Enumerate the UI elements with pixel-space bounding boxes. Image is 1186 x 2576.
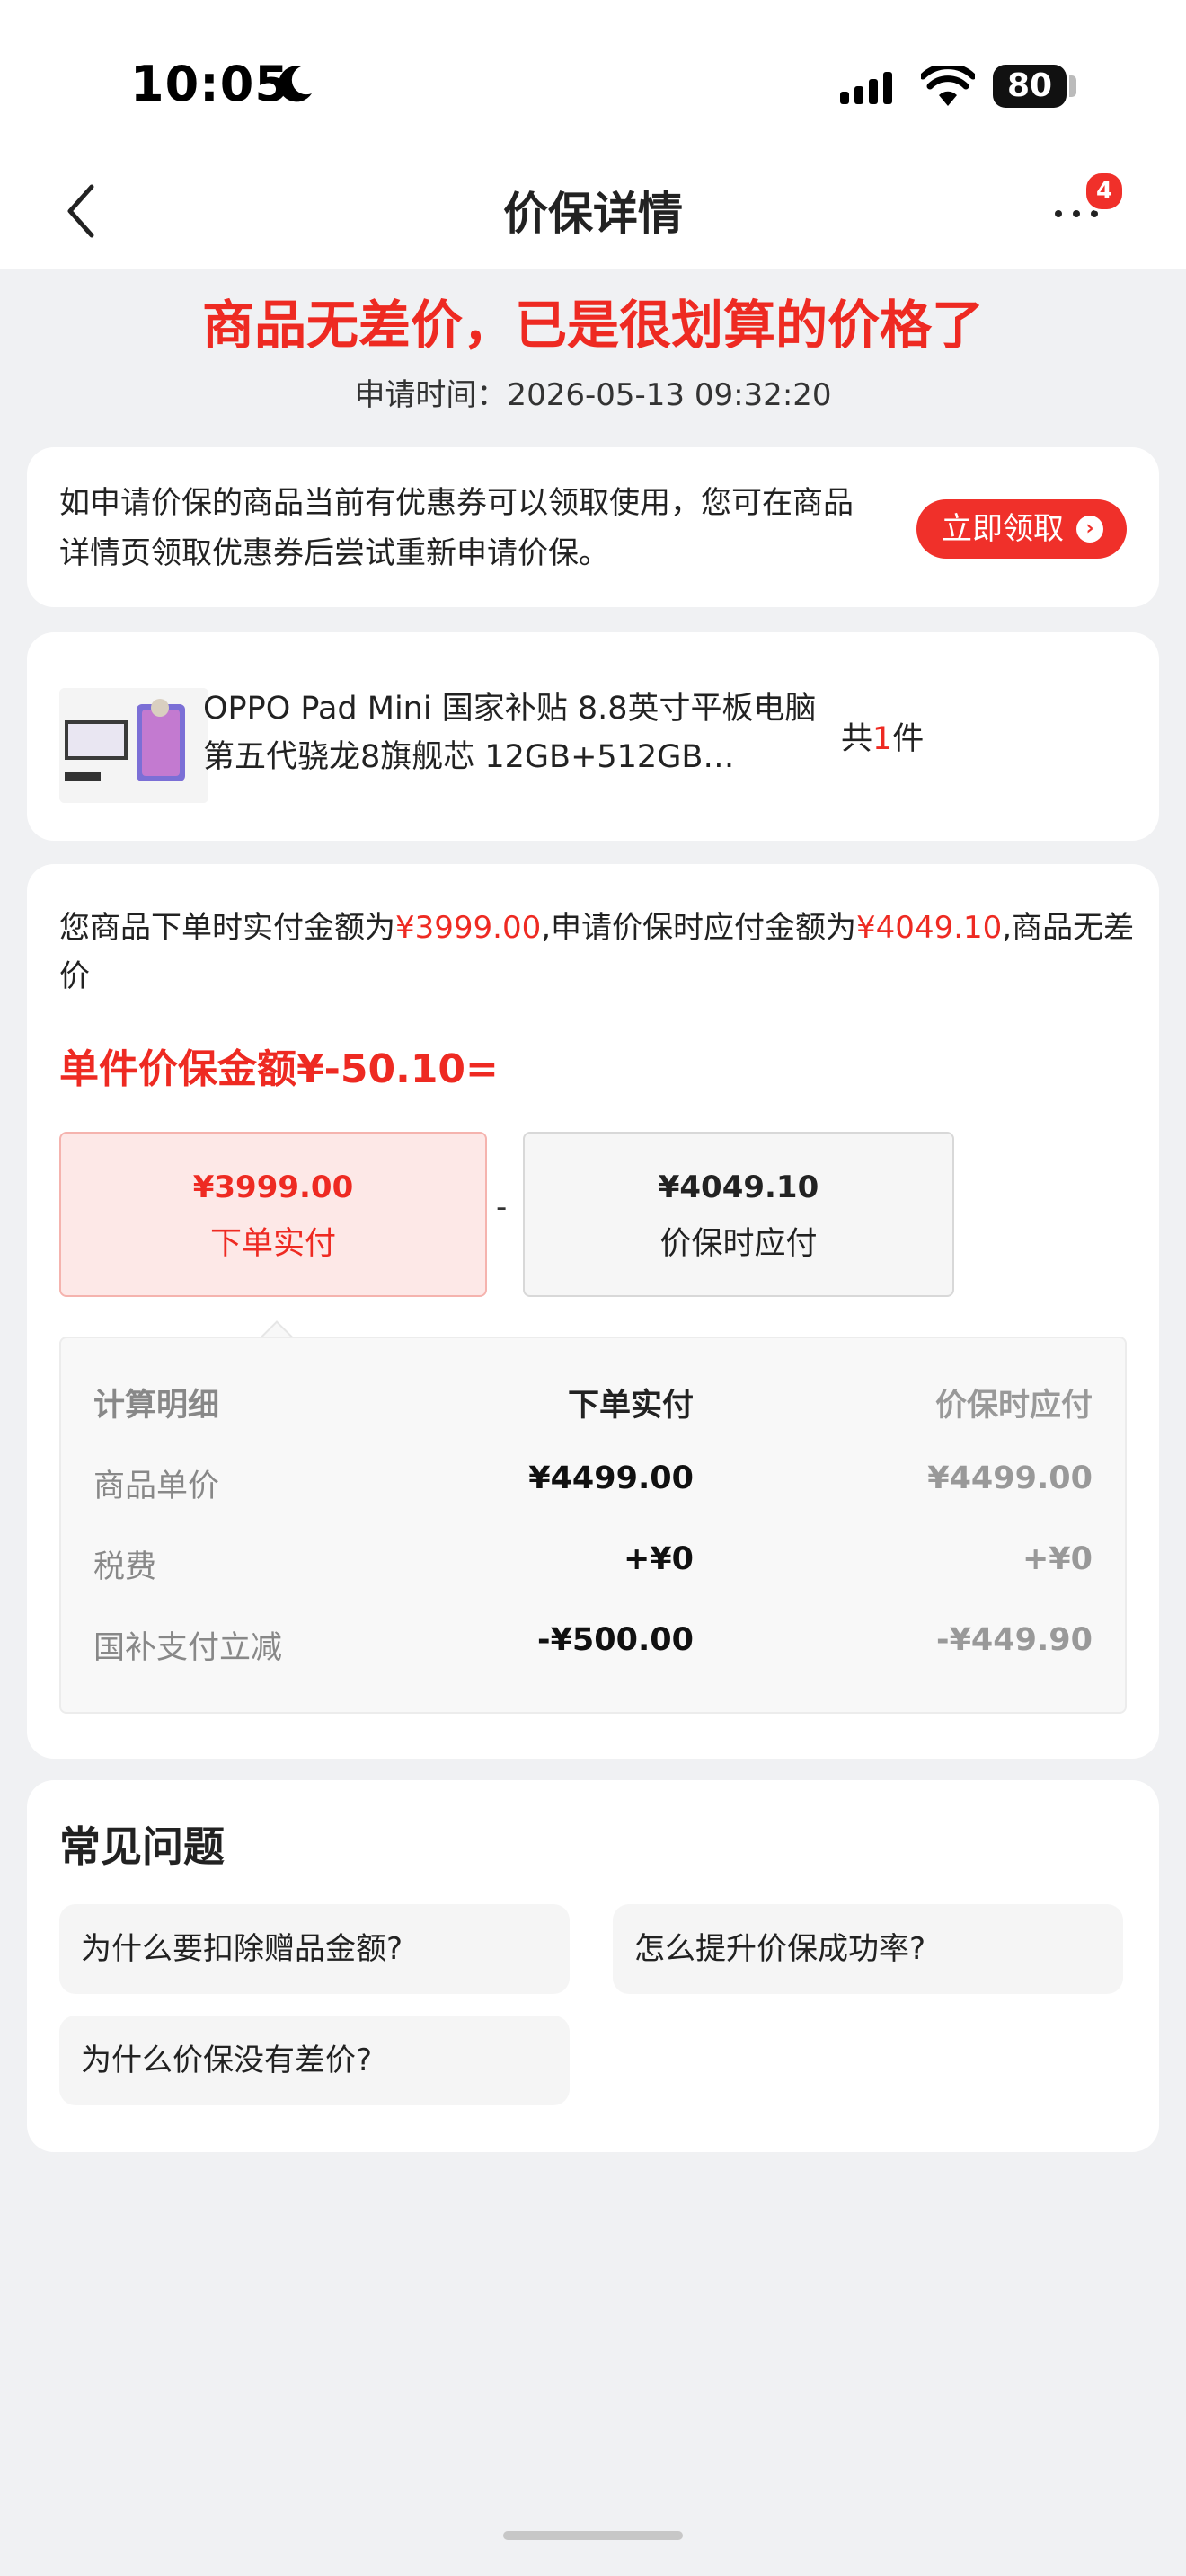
minus-sign: - (496, 1189, 508, 1225)
table-row: 税费 +¥0 +¥0 (61, 1541, 1125, 1595)
count-prefix: 共 (841, 721, 873, 757)
status-time: 10:05 (130, 56, 289, 112)
due-box-value: ¥4049.10 (658, 1169, 819, 1205)
product-name: OPPO Pad Mini 国家补贴 8.8英寸平板电脑 第五代骁龙8旗舰芯 1… (203, 691, 817, 775)
battery-tip (1069, 75, 1076, 97)
faq-item[interactable]: 为什么价保没有差价? (59, 2016, 570, 2105)
nav-bar: 价保详情 4 (0, 153, 1186, 269)
claim-coupon-label: 立即领取 (942, 511, 1064, 547)
page-title: 价保详情 (503, 188, 683, 240)
row-due: ¥4499.00 (927, 1460, 1093, 1496)
claim-coupon-button[interactable]: 立即领取 › (916, 499, 1127, 559)
price-detail-card: 您商品下单时实付金额为¥3999.00,申请价保时应付金额为¥4049.10,商… (27, 864, 1159, 1759)
desc-part1: 您商品下单时实付金额为 (59, 910, 395, 946)
faq-title: 常见问题 (59, 1822, 225, 1871)
product-count: 共1件 (841, 713, 924, 759)
due-box[interactable]: ¥4049.10 价保时应付 (523, 1132, 954, 1297)
table-row: 国补支付立减 -¥500.00 -¥449.90 (61, 1622, 1125, 1676)
table-row: 商品单价 ¥4499.00 ¥4499.00 (61, 1460, 1125, 1514)
row-label: 商品单价 (93, 1469, 220, 1504)
header-due: 价保时应付 (934, 1388, 1093, 1424)
desc-due: ¥4049.10 (856, 910, 1003, 946)
faq-card: 常见问题 为什么要扣除赠品金额? 怎么提升价保成功率? 为什么价保没有差价? (27, 1780, 1159, 2152)
result-headline: 商品无差价，已是很划算的价格了 (201, 295, 984, 356)
row-paid: ¥4499.00 (528, 1460, 694, 1496)
row-label: 国补支付立减 (93, 1630, 283, 1666)
faq-item[interactable]: 怎么提升价保成功率? (613, 1904, 1123, 1994)
desc-paid: ¥3999.00 (395, 910, 542, 946)
product-card[interactable]: OPPO Pad Mini 国家补贴 8.8英寸平板电脑 第五代骁龙8旗舰芯 1… (27, 632, 1159, 841)
row-due: -¥449.90 (936, 1622, 1093, 1658)
due-box-label: 价保时应付 (659, 1226, 818, 1262)
header-paid: 下单实付 (567, 1388, 694, 1424)
row-paid: -¥500.00 (537, 1622, 694, 1658)
coupon-card: 如申请价保的商品当前有优惠券可以领取使用，您可在商品详情页领取优惠券后尝试重新申… (27, 447, 1159, 607)
paid-box-label: 下单实付 (209, 1226, 336, 1262)
price-description: 您商品下单时实付金额为¥3999.00,申请价保时应付金额为¥4049.10,商… (59, 904, 1137, 1001)
coupon-text: 如申请价保的商品当前有优惠券可以领取使用，您可在商品详情页领取优惠券后尝试重新申… (59, 485, 854, 571)
wifi-icon (921, 66, 975, 106)
battery-indicator: 80 (993, 65, 1067, 108)
count-suffix: 件 (892, 721, 925, 757)
apply-time: 申请时间：2026-05-13 09:32:20 (354, 377, 832, 413)
calculation-table: 计算明细 下单实付 价保时应付 商品单价 ¥4499.00 ¥4499.00 税… (59, 1337, 1127, 1714)
unit-protection-amount: 单件价保金额¥-50.10= (59, 1046, 499, 1092)
paid-box-value: ¥3999.00 (192, 1169, 354, 1205)
count-value: 1 (872, 721, 893, 757)
row-paid: +¥0 (623, 1541, 694, 1577)
header-detail: 计算明细 (93, 1388, 220, 1424)
product-thumbnail (59, 688, 208, 803)
moon-icon (279, 66, 312, 102)
row-due: +¥0 (1022, 1541, 1093, 1577)
table-header: 计算明细 下单实付 价保时应付 (61, 1380, 1125, 1434)
chevron-right-icon: › (1076, 516, 1103, 543)
home-indicator[interactable] (503, 2531, 683, 2540)
status-bar: 10:05 80 (0, 0, 1186, 171)
signal-icon (840, 72, 892, 104)
notification-badge: 4 (1084, 171, 1125, 212)
row-label: 税费 (93, 1549, 157, 1585)
desc-part2: ,申请价保时应付金额为 (541, 910, 857, 946)
faq-item[interactable]: 为什么要扣除赠品金额? (59, 1904, 570, 1994)
paid-box[interactable]: ¥3999.00 下单实付 (59, 1132, 487, 1297)
